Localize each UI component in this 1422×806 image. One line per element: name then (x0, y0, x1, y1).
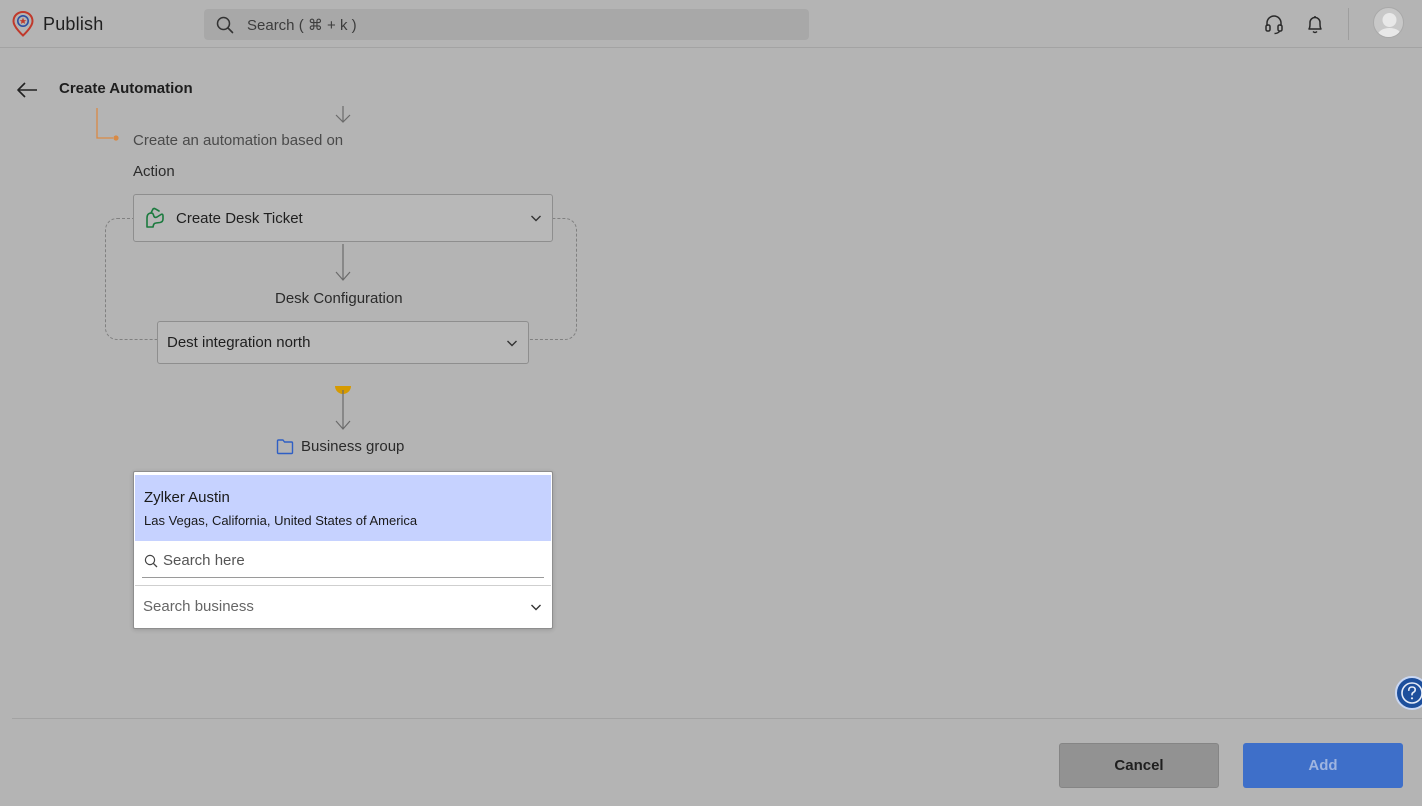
business-select-placeholder: Search business (143, 598, 254, 615)
help-button[interactable] (1395, 676, 1422, 710)
based-on-label: Create an automation based on (133, 132, 344, 149)
search-placeholder: Search ( ⌘ + k ) (247, 16, 357, 34)
desk-config-label: Desk Configuration (275, 290, 403, 307)
chevron-down-icon (531, 215, 541, 222)
help-icon (1401, 682, 1422, 704)
cancel-button[interactable]: Cancel (1059, 743, 1219, 788)
business-option-name: Zylker Austin (144, 489, 230, 506)
top-bar: Publish Search ( ⌘ + k ) (0, 0, 1422, 48)
business-option-location: Las Vegas, California, United States of … (144, 513, 418, 528)
desk-config-value: Dest integration north (167, 334, 311, 351)
logo-icon (12, 11, 34, 37)
dropdown-search (142, 544, 544, 578)
business-dropdown: Zylker Austin Las Vegas, California, Uni… (133, 471, 553, 629)
folder-icon (276, 439, 294, 455)
desk-config-select[interactable]: Dest integration north (157, 321, 529, 364)
desk-ticket-icon (146, 207, 164, 228)
avatar[interactable] (1373, 7, 1404, 38)
business-select[interactable]: Search business (135, 585, 551, 627)
business-group-label: Business group (301, 438, 405, 455)
business-option[interactable]: Zylker Austin Las Vegas, California, Uni… (135, 475, 551, 541)
page-title: Create Automation (59, 80, 193, 97)
add-button[interactable]: Add (1243, 743, 1403, 788)
search-icon (144, 554, 158, 567)
action-select[interactable]: Create Desk Ticket (133, 194, 553, 242)
action-value: Create Desk Ticket (176, 209, 303, 227)
dropdown-search-input[interactable] (163, 552, 523, 569)
action-label: Action (133, 163, 175, 180)
bell-icon[interactable] (1304, 13, 1326, 35)
app-name: Publish (43, 13, 104, 34)
chevron-down-icon (531, 604, 541, 611)
global-search[interactable]: Search ( ⌘ + k ) (204, 9, 809, 40)
avatar-icon (1376, 13, 1403, 37)
search-icon (216, 16, 234, 33)
business-group-heading: Business group (276, 438, 404, 455)
divider (1348, 8, 1349, 40)
headset-icon[interactable] (1263, 13, 1285, 35)
chevron-down-icon (507, 340, 517, 346)
brand[interactable]: Publish (12, 11, 103, 37)
back-arrow-icon[interactable] (15, 79, 39, 101)
footer-divider (12, 718, 1422, 719)
